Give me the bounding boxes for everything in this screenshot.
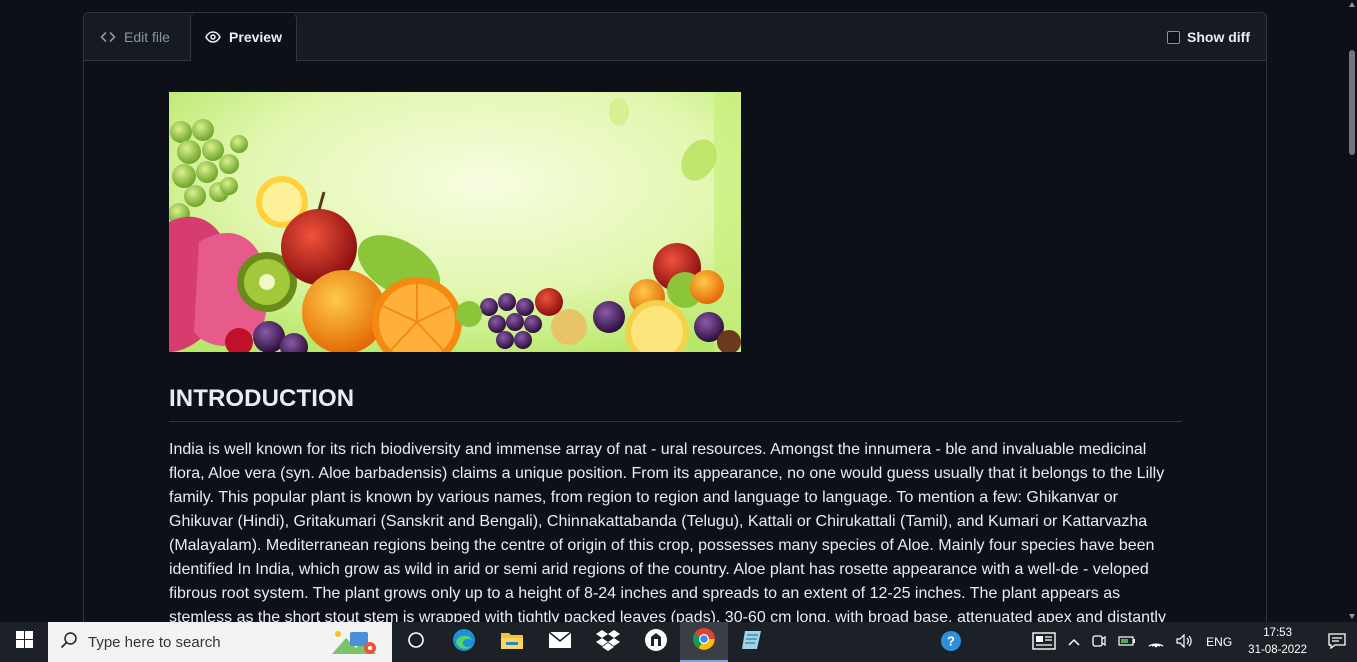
- notification-center-button[interactable]: [1317, 622, 1357, 662]
- search-icon: [60, 631, 78, 653]
- search-highlight-icon: [330, 628, 378, 660]
- taskbar-search-box[interactable]: Type here to search: [48, 622, 392, 662]
- taskbar-chrome[interactable]: [680, 622, 728, 662]
- file-editor-panel: Edit file Preview Show diff INTRODUCTION…: [83, 12, 1267, 632]
- tab-preview[interactable]: Preview: [190, 13, 297, 62]
- app-logo-icon: [644, 628, 668, 657]
- news-icon: [1032, 631, 1056, 653]
- eye-icon: [205, 29, 221, 45]
- scroll-thumb[interactable]: [1349, 50, 1355, 155]
- taskbar-app[interactable]: [632, 622, 680, 662]
- taskbar-mail[interactable]: [536, 622, 584, 662]
- battery-tray[interactable]: [1112, 635, 1142, 650]
- start-button[interactable]: [0, 622, 48, 662]
- folder-icon: [500, 630, 524, 655]
- meet-icon: [1092, 633, 1106, 652]
- chrome-icon: [692, 627, 716, 656]
- intro-paragraph: India is well known for its rich biodive…: [169, 441, 1166, 626]
- show-diff-label: Show diff: [1187, 29, 1250, 45]
- fruits-banner-image: [169, 92, 741, 352]
- help-tray-button[interactable]: ?: [934, 630, 968, 655]
- task-view-icon: [407, 631, 425, 654]
- edge-icon: [452, 628, 476, 657]
- news-tray-button[interactable]: [1026, 631, 1062, 653]
- taskbar-notepad[interactable]: [728, 622, 776, 662]
- windows-logo-icon: [15, 631, 33, 653]
- show-diff-checkbox[interactable]: [1167, 30, 1180, 44]
- wifi-icon: [1148, 634, 1164, 651]
- taskbar-file-explorer[interactable]: [488, 622, 536, 662]
- mail-icon: [548, 630, 572, 654]
- taskbar-dropbox[interactable]: [584, 622, 632, 662]
- markdown-preview: INTRODUCTION India is well known for its…: [169, 92, 1182, 632]
- search-placeholder: Type here to search: [88, 633, 221, 651]
- battery-icon: [1118, 635, 1136, 650]
- notification-icon: [1328, 632, 1346, 652]
- volume-tray[interactable]: [1170, 633, 1200, 651]
- notepad-icon: [741, 629, 763, 656]
- clock-time: 17:53: [1263, 627, 1292, 639]
- system-tray: ? ENG 17:53 31-08-2022: [934, 622, 1357, 662]
- dropbox-icon: [596, 629, 620, 656]
- meet-now-button[interactable]: [1086, 633, 1112, 652]
- code-icon: [100, 29, 116, 45]
- tab-edit-file[interactable]: Edit file: [100, 13, 170, 61]
- help-icon: ?: [940, 630, 962, 655]
- tab-preview-label: Preview: [229, 29, 282, 45]
- scroll-down-arrow-icon[interactable]: [1349, 614, 1355, 619]
- clock-date: 31-08-2022: [1248, 644, 1307, 656]
- scroll-up-arrow-icon[interactable]: [1349, 2, 1355, 7]
- task-view-button[interactable]: [392, 622, 440, 662]
- tab-edit-file-label: Edit file: [124, 29, 170, 45]
- windows-taskbar: Type here to search ? ENG 17:53 31-08-20…: [0, 622, 1357, 662]
- wifi-tray[interactable]: [1142, 634, 1170, 651]
- show-hidden-icons-button[interactable]: [1062, 635, 1086, 649]
- language-indicator[interactable]: ENG: [1200, 635, 1238, 649]
- show-diff-toggle[interactable]: Show diff: [1167, 13, 1250, 61]
- editor-tabbar: Edit file Preview Show diff: [84, 13, 1266, 62]
- taskbar-clock[interactable]: 17:53 31-08-2022: [1238, 625, 1317, 659]
- taskbar-edge[interactable]: [440, 622, 488, 662]
- svg-text:?: ?: [947, 633, 955, 648]
- speaker-icon: [1176, 633, 1194, 651]
- chevron-up-icon: [1068, 635, 1080, 649]
- page-scrollbar[interactable]: [1347, 0, 1357, 622]
- page-heading: INTRODUCTION: [169, 385, 1182, 422]
